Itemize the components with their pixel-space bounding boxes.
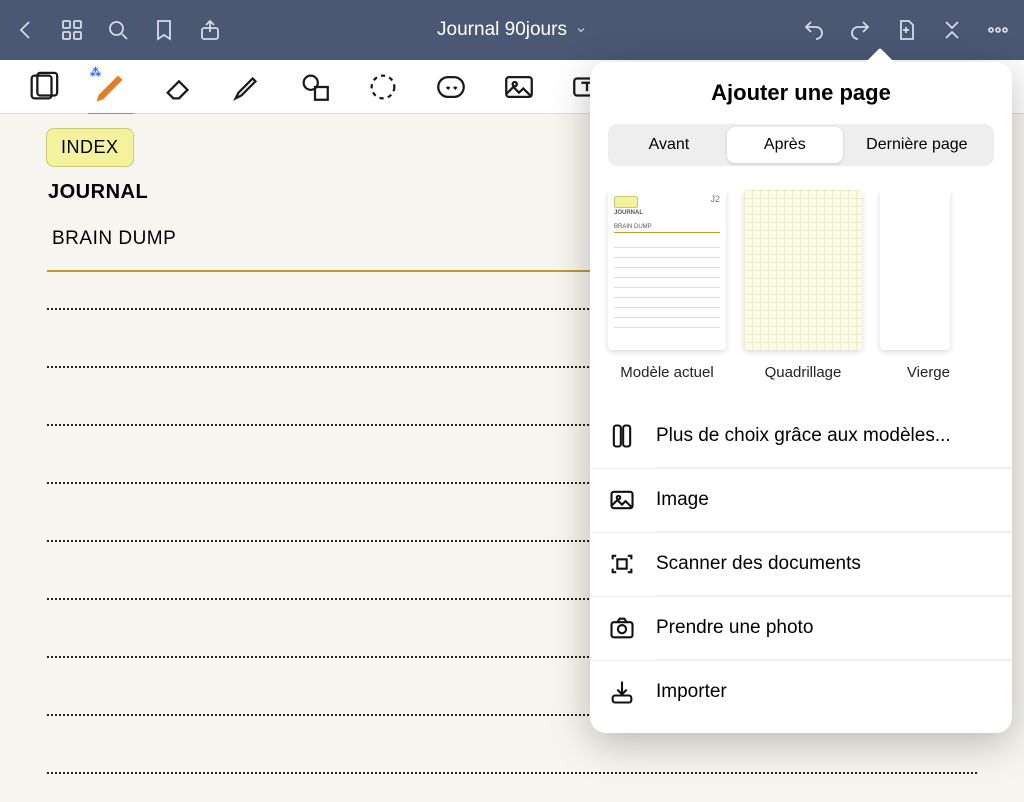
sticker-tool-icon[interactable] bbox=[434, 70, 468, 104]
action-import-label: Importer bbox=[656, 681, 727, 703]
popover-title: Ajouter une page bbox=[590, 80, 1012, 106]
template-blank[interactable]: Vierge bbox=[880, 190, 950, 381]
shapes-tool-icon[interactable] bbox=[298, 70, 332, 104]
document-title: Journal 90jours bbox=[437, 19, 567, 41]
segment-after[interactable]: Après bbox=[727, 127, 843, 163]
template-row: J2 JOURNALBRAIN DUMP Modèle actuel Quadr… bbox=[590, 190, 1012, 391]
share-icon[interactable] bbox=[198, 18, 222, 42]
redo-icon[interactable] bbox=[848, 18, 872, 42]
add-page-popover: Ajouter une page Avant Après Dernière pa… bbox=[590, 62, 1012, 733]
template-current[interactable]: J2 JOURNALBRAIN DUMP Modèle actuel bbox=[608, 190, 726, 381]
back-icon[interactable] bbox=[14, 18, 38, 42]
action-more-templates-label: Plus de choix grâce aux modèles... bbox=[656, 425, 951, 447]
template-page-badge: J2 bbox=[710, 194, 720, 204]
grid-view-icon[interactable] bbox=[60, 18, 84, 42]
template-blank-thumb bbox=[880, 190, 950, 350]
scan-icon bbox=[608, 550, 636, 578]
position-segmented-control: Avant Après Dernière page bbox=[608, 124, 994, 166]
top-nav-bar: Journal 90jours bbox=[0, 0, 1024, 60]
template-grid-label: Quadrillage bbox=[765, 364, 842, 381]
index-tab[interactable]: INDEX bbox=[46, 128, 134, 167]
template-current-thumb: J2 JOURNALBRAIN DUMP bbox=[608, 190, 726, 350]
undo-icon[interactable] bbox=[802, 18, 826, 42]
add-page-actions: Plus de choix grâce aux modèles... Image… bbox=[590, 405, 1012, 723]
camera-icon bbox=[608, 614, 636, 642]
view-tool-icon[interactable] bbox=[26, 70, 60, 104]
search-icon[interactable] bbox=[106, 18, 130, 42]
more-icon[interactable] bbox=[986, 18, 1010, 42]
action-scan-label: Scanner des documents bbox=[656, 553, 861, 575]
highlighter-tool-icon[interactable] bbox=[230, 70, 264, 104]
image-tool-icon[interactable] bbox=[502, 70, 536, 104]
action-more-templates[interactable]: Plus de choix grâce aux modèles... bbox=[590, 405, 1012, 467]
templates-icon bbox=[608, 422, 636, 450]
template-grid-thumb bbox=[744, 190, 862, 350]
bookmark-icon[interactable] bbox=[152, 18, 176, 42]
action-import[interactable]: Importer bbox=[590, 660, 1012, 723]
template-grid[interactable]: Quadrillage bbox=[744, 190, 862, 381]
image-icon bbox=[608, 486, 636, 514]
template-blank-label: Vierge bbox=[907, 364, 950, 381]
action-scan[interactable]: Scanner des documents bbox=[590, 532, 1012, 595]
collapse-icon[interactable] bbox=[940, 18, 964, 42]
lasso-tool-icon[interactable] bbox=[366, 70, 400, 104]
action-image[interactable]: Image bbox=[590, 468, 1012, 531]
segment-before[interactable]: Avant bbox=[611, 127, 727, 163]
action-photo-label: Prendre une photo bbox=[656, 617, 813, 639]
import-icon bbox=[608, 678, 636, 706]
document-title-button[interactable]: Journal 90jours bbox=[437, 19, 587, 41]
add-page-icon[interactable] bbox=[894, 18, 918, 42]
pen-tool-icon[interactable]: ⁂ bbox=[94, 70, 128, 104]
action-image-label: Image bbox=[656, 489, 709, 511]
bluetooth-badge-icon: ⁂ bbox=[90, 66, 101, 79]
ruled-line bbox=[47, 772, 977, 774]
segment-last-page[interactable]: Dernière page bbox=[843, 127, 991, 163]
action-photo[interactable]: Prendre une photo bbox=[590, 596, 1012, 659]
template-current-label: Modèle actuel bbox=[620, 364, 713, 381]
eraser-tool-icon[interactable] bbox=[162, 70, 196, 104]
chevron-down-icon bbox=[575, 24, 587, 36]
